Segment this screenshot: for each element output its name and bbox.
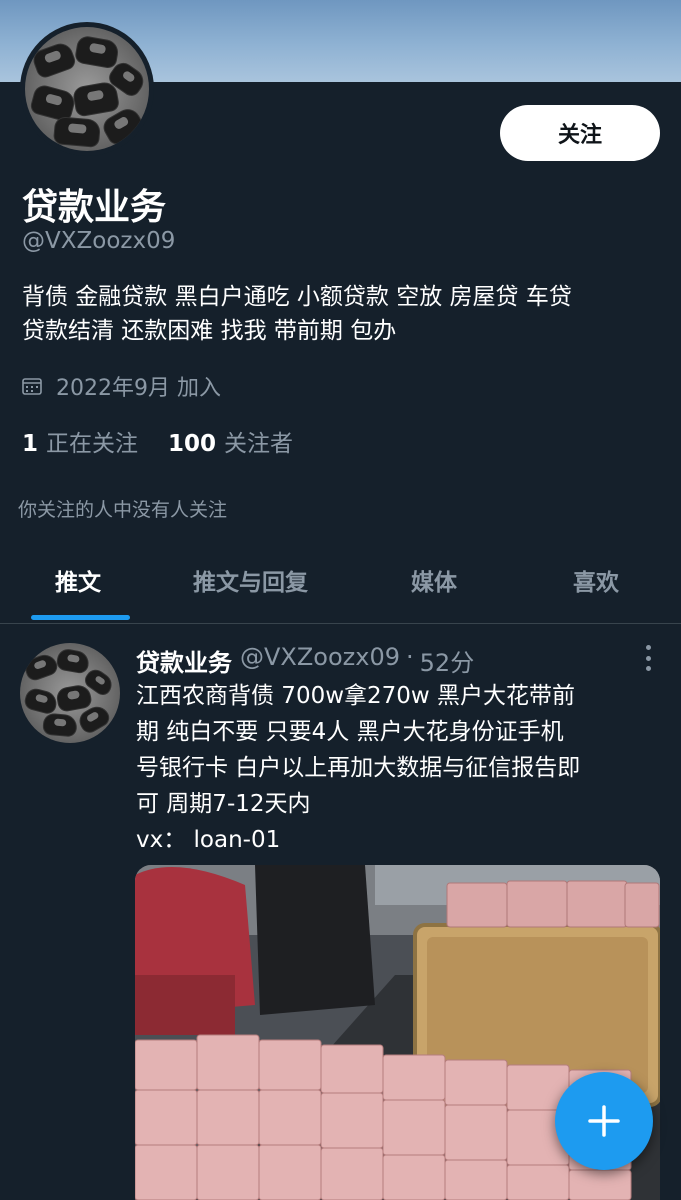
followers-label: 关注者 <box>224 431 294 457</box>
tweet-text-line: 号银行卡 白户以上再加大数据与征信报告即 <box>136 755 581 781</box>
compose-tweet-button[interactable] <box>555 1072 653 1170</box>
tweet-timestamp[interactable]: 52分 <box>420 643 475 678</box>
joined-date: 2022年9月 加入 <box>22 370 221 402</box>
tweet-text-line: 可 周期7-12天内 <box>136 791 311 817</box>
follow-stats: 1 正在关注 100 关注者 <box>22 424 323 458</box>
profile-tabs: 推文 推文与回复 媒体 喜欢 <box>0 545 681 624</box>
tab-tweets-and-replies[interactable]: 推文与回复 <box>193 563 308 597</box>
bio-line: 贷款结清 还款困难 找我 带前期 包办 <box>22 318 397 344</box>
following-stat[interactable]: 1 正在关注 <box>22 424 138 458</box>
tab-likes[interactable]: 喜欢 <box>573 563 619 597</box>
tweet-text: 江西农商背债 700w拿270w 黑户大花带前 期 纯白不要 只要4人 黑户大花… <box>136 678 661 858</box>
tweet-text-line: vx： loan-01 <box>136 827 281 853</box>
calendar-icon <box>22 378 42 395</box>
followers-count: 100 <box>168 431 217 457</box>
tab-media[interactable]: 媒体 <box>411 563 457 597</box>
plus-icon <box>588 1105 620 1137</box>
tweet-text-line: 期 纯白不要 只要4人 黑户大花身份证手机 <box>136 719 564 745</box>
followers-stat[interactable]: 100 关注者 <box>168 424 293 458</box>
tweet-header: 贷款业务 @VXZoozx09 · 52分 <box>136 643 474 678</box>
bio-line: 背债 金融贷款 黑白户通吃 小额贷款 空放 房屋贷 车贷 <box>22 284 572 310</box>
profile-name: 贷款业务 <box>22 187 167 228</box>
more-vertical-icon[interactable] <box>640 645 656 671</box>
profile-bio: 背债 金融贷款 黑白户通吃 小额贷款 空放 房屋贷 车贷 贷款结清 还款困难 找… <box>22 280 662 348</box>
active-tab-indicator <box>31 615 130 620</box>
followed-by-note: 你关注的人中没有人关注 <box>18 499 228 521</box>
tab-tweets[interactable]: 推文 <box>55 563 101 597</box>
follow-button[interactable]: 关注 <box>500 105 660 161</box>
following-label: 正在关注 <box>46 431 139 457</box>
following-count: 1 <box>22 431 39 457</box>
profile-handle: @VXZoozx09 <box>22 228 176 254</box>
tweet-author-name[interactable]: 贷款业务 <box>136 643 232 678</box>
joined-text: 2022年9月 加入 <box>56 376 221 401</box>
profile-avatar[interactable] <box>20 22 154 156</box>
tweet-text-line: 江西农商背债 700w拿270w 黑户大花带前 <box>136 683 576 709</box>
tweet-author-avatar[interactable] <box>20 643 120 743</box>
separator-dot: · <box>406 643 414 671</box>
tweet-author-handle[interactable]: @VXZoozx09 <box>240 643 400 678</box>
